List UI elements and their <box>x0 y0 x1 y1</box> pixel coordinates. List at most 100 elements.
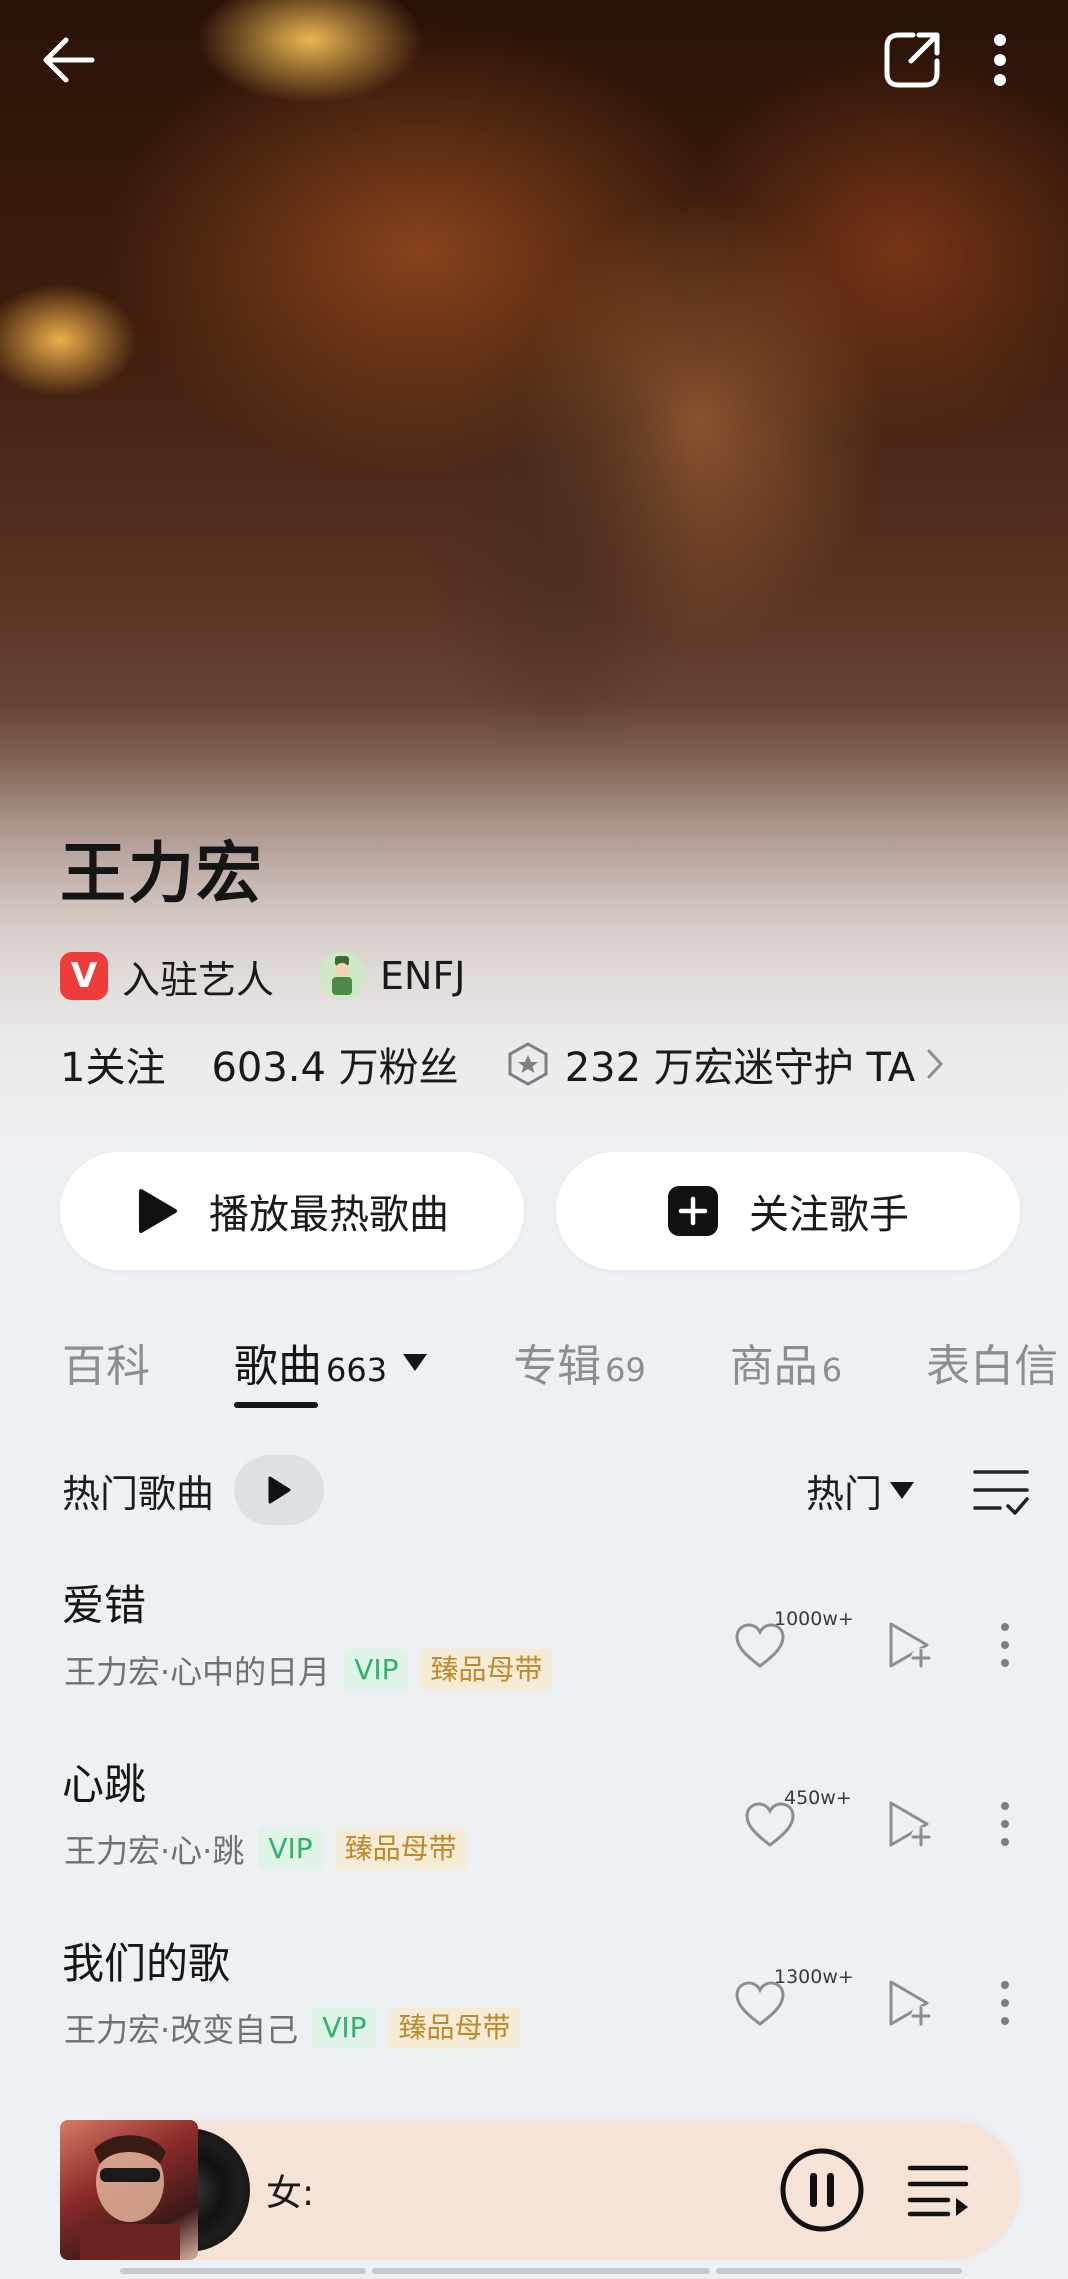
vip-tag: VIP <box>344 1649 409 1691</box>
master-quality-tag: 臻品母带 <box>334 1828 467 1870</box>
tab-active-indicator <box>234 1402 318 1408</box>
tab-count: 663 <box>326 1351 388 1389</box>
play-plus-icon <box>889 1622 931 1668</box>
song-meta: 王力宏·改变自己 VIP 臻品母带 <box>64 2006 521 2050</box>
home-indicator-segment <box>372 2268 710 2274</box>
song-meta: 王力宏·心中的日月 VIP 臻品母带 <box>64 1648 553 1692</box>
action-buttons: 播放最热歌曲 关注歌手 <box>60 1152 1020 1270</box>
hot-songs-header: 热门歌曲 热门 <box>62 1450 1032 1530</box>
tab-love-letters[interactable]: 表白信 <box>926 1330 1058 1394</box>
master-quality-tag: 臻品母带 <box>420 1649 553 1691</box>
home-indicator-segment <box>120 2268 366 2274</box>
pause-button[interactable] <box>778 2146 866 2234</box>
like-button[interactable]: 1300w+ <box>734 1962 854 2042</box>
tab-label: 商品 <box>729 1341 818 1392</box>
caret-down-icon <box>403 1354 428 1371</box>
now-playing-artwork[interactable] <box>60 2120 250 2260</box>
song-row[interactable]: 心跳 王力宏·心·跳 VIP 臻品母带 450w+ <box>0 1739 1068 1918</box>
plus-square-icon <box>667 1185 719 1237</box>
song-row[interactable]: 爱错 王力宏·心中的日月 VIP 臻品母带 1000w+ <box>0 1560 1068 1739</box>
now-playing-title: 女: <box>266 2173 315 2214</box>
more-vertical-icon <box>1001 1623 1009 1667</box>
song-row[interactable]: 我们的歌 王力宏·改变自己 VIP 臻品母带 1300w+ <box>0 1918 1068 2097</box>
following-count[interactable]: 1关注 <box>60 1035 165 1093</box>
song-more-button[interactable] <box>990 1791 1020 1857</box>
tab-songs[interactable]: 歌曲 663 <box>234 1330 429 1408</box>
tab-label: 表白信 <box>926 1341 1059 1392</box>
song-artist-album: 王力宏·改变自己 <box>64 2011 299 2049</box>
song-more-button[interactable] <box>990 1612 1020 1678</box>
vip-tag: VIP <box>258 1828 323 1870</box>
artist-hero-image <box>0 0 1068 1300</box>
playlist-icon <box>907 2165 969 2217</box>
vip-tag: VIP <box>312 2007 377 2049</box>
song-more-button[interactable] <box>990 1970 1020 2036</box>
like-count: 1300w+ <box>774 1966 854 1988</box>
like-count: 1000w+ <box>774 1608 854 1630</box>
hot-songs-title: 热门歌曲 <box>62 1471 215 1516</box>
playlist-button[interactable] <box>902 2154 974 2226</box>
tab-label: 专辑 <box>513 1341 602 1392</box>
master-quality-tag: 臻品母带 <box>388 2007 521 2049</box>
hexagon-star-icon <box>508 1042 548 1086</box>
share-icon <box>884 32 940 88</box>
play-plus-icon <box>889 1801 931 1847</box>
artist-tabs: 百科 歌曲 663 专辑 69 商品 6 表白信 <box>62 1330 1068 1410</box>
song-title: 我们的歌 <box>62 1939 231 1988</box>
chevron-right-icon <box>927 1049 944 1079</box>
follow-artist-label: 关注歌手 <box>749 1192 909 1238</box>
fans-count[interactable]: 603.4 万粉丝 <box>211 1035 458 1093</box>
sort-label: 热门 <box>806 1471 883 1516</box>
tab-label: 百科 <box>62 1341 150 1392</box>
tab-albums[interactable]: 专辑 69 <box>513 1330 646 1394</box>
artist-name: 王力宏 <box>60 835 264 912</box>
tab-count: 6 <box>821 1351 843 1389</box>
artist-stats: 1关注 603.4 万粉丝 232 万宏迷守护 TA <box>60 1036 945 1092</box>
album-cover <box>60 2120 198 2260</box>
verified-v-icon: V <box>60 952 108 1000</box>
like-count: 450w+ <box>784 1787 852 1809</box>
play-icon <box>268 1476 291 1504</box>
multi-select-button[interactable] <box>966 1456 1036 1526</box>
play-all-button[interactable] <box>234 1455 325 1525</box>
guard-link[interactable]: 232 万宏迷守护 TA <box>505 1035 945 1093</box>
play-icon <box>135 1187 179 1235</box>
follow-artist-button[interactable]: 关注歌手 <box>556 1152 1020 1270</box>
play-hot-songs-label: 播放最热歌曲 <box>209 1192 449 1238</box>
verified-label: 入驻艺人 <box>122 957 275 1002</box>
song-artist-album: 王力宏·心中的日月 <box>64 1653 331 1691</box>
play-hot-songs-button[interactable]: 播放最热歌曲 <box>60 1152 524 1270</box>
more-vertical-icon <box>1001 1802 1009 1846</box>
caret-down-icon <box>890 1482 915 1499</box>
mbti-label: ENFJ <box>380 954 466 998</box>
mini-player[interactable]: 女: <box>60 2120 1020 2260</box>
share-button[interactable] <box>870 18 954 102</box>
more-vertical-icon <box>1001 1981 1009 2025</box>
list-check-icon <box>973 1470 1029 1515</box>
song-title: 爱错 <box>62 1581 147 1630</box>
sort-dropdown[interactable]: 热门 <box>806 1450 916 1530</box>
song-list: 爱错 王力宏·心中的日月 VIP 臻品母带 1000w+ 心跳 王力宏·心·跳 <box>0 1560 1068 2097</box>
arrow-left-icon <box>43 37 95 83</box>
tab-goods[interactable]: 商品 6 <box>730 1330 842 1394</box>
guard-label: 232 万宏迷守护 TA <box>564 1045 916 1091</box>
verified-artist-badge[interactable]: V 入驻艺人 <box>60 949 274 1004</box>
song-title: 心跳 <box>62 1760 147 1809</box>
tab-wiki[interactable]: 百科 <box>62 1330 150 1394</box>
like-button[interactable]: 1000w+ <box>734 1604 854 1684</box>
add-to-playlist-button[interactable] <box>880 1970 940 2036</box>
tab-count: 69 <box>605 1351 646 1389</box>
mbti-avatar-icon <box>318 952 367 1000</box>
like-button[interactable]: 450w+ <box>744 1783 854 1863</box>
more-button[interactable] <box>960 18 1040 102</box>
artist-badges: V 入驻艺人 ENFJ <box>60 948 510 1004</box>
play-plus-icon <box>889 1980 931 2026</box>
pause-icon <box>780 2148 864 2232</box>
add-to-playlist-button[interactable] <box>880 1612 940 1678</box>
more-vertical-icon <box>994 34 1006 86</box>
back-button[interactable] <box>28 20 108 100</box>
home-indicator-segment <box>716 2268 962 2274</box>
mbti-badge[interactable]: ENFJ <box>318 952 466 1000</box>
song-meta: 王力宏·心·跳 VIP 臻品母带 <box>64 1827 467 1871</box>
add-to-playlist-button[interactable] <box>880 1791 940 1857</box>
